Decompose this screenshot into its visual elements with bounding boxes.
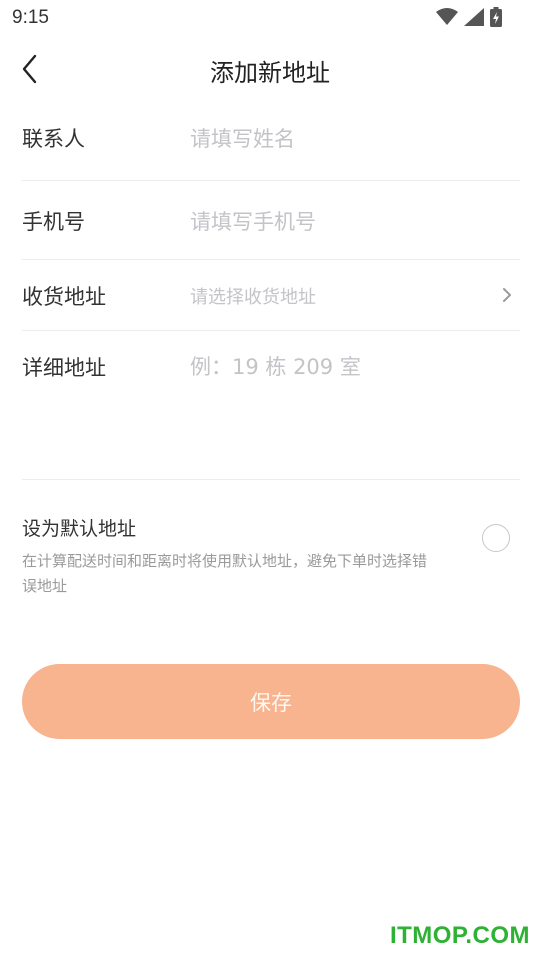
name-input[interactable] [190, 124, 510, 154]
detail-address-input[interactable] [190, 352, 510, 382]
status-bar: 9:15 [0, 0, 540, 36]
region-placeholder: 请选择收货地址 [190, 287, 316, 308]
save-button[interactable]: 保存 [22, 664, 520, 739]
name-label: 联系人 [22, 127, 85, 151]
address-form: 联系人 手机号 收货地址 请选择收货地址 详细地址 [22, 96, 520, 480]
region-selector[interactable]: 收货地址 请选择收货地址 [22, 260, 520, 331]
default-address-section: 设为默认地址 在计算配送时间和距离时将使用默认地址，避免下单时选择错误地址 [22, 510, 520, 610]
detail-label: 详细地址 [22, 356, 106, 380]
add-address-screen: 9:15 添加新地址 联系人 请填写姓名 手机号 请填写手机号 收货地址 请选择… [0, 0, 540, 960]
battery-charging-icon [490, 7, 502, 27]
phone-input[interactable] [190, 207, 510, 237]
detail-row: 详细地址 [22, 331, 520, 480]
phone-row: 手机号 [22, 181, 520, 260]
default-address-description: 在计算配送时间和距离时将使用默认地址，避免下单时选择错误地址 [22, 552, 428, 595]
wifi-icon [436, 8, 458, 26]
default-address-title: 设为默认地址 [22, 518, 137, 540]
region-label: 收货地址 [22, 285, 106, 309]
header: 添加新地址 [0, 40, 540, 96]
status-time: 9:15 [12, 7, 49, 28]
name-row: 联系人 [22, 96, 520, 181]
default-address-radio[interactable] [482, 524, 510, 552]
watermark-logo: ITMOP.COM [389, 922, 530, 949]
page-title: 添加新地址 [210, 59, 330, 87]
signal-icon [464, 8, 484, 26]
status-icons [436, 7, 502, 27]
phone-label: 手机号 [22, 210, 85, 234]
chevron-right-icon [500, 284, 514, 306]
